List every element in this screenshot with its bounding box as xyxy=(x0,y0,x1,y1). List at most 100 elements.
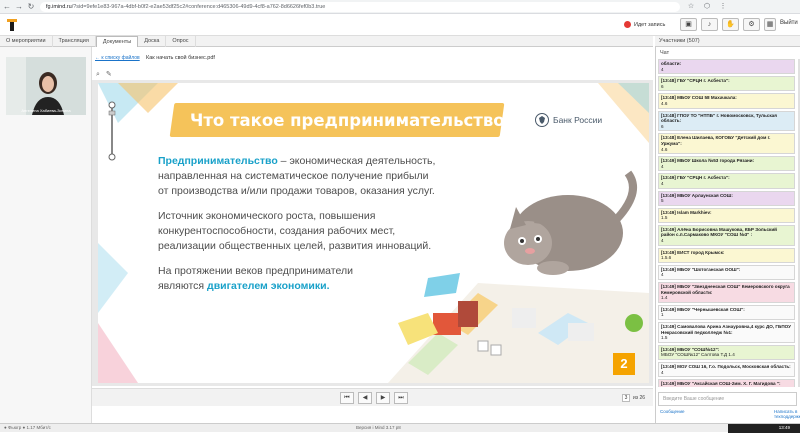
menu-icon[interactable]: ⋮ xyxy=(718,2,728,12)
tab-about[interactable]: О мероприятии xyxy=(0,36,53,47)
layout-button[interactable]: ▦ xyxy=(764,18,776,31)
chat-message-author: [13:48] ГПОУ ТО "НТПБ" г. Новомосковск, … xyxy=(661,113,792,124)
chat-message: [13:48] Елена Шилаева, КОГОБУ "Детский д… xyxy=(658,133,795,154)
chat-message-text: 4 xyxy=(661,370,792,376)
chat-message: области:4 xyxy=(658,59,795,74)
slide-paragraph-1-line-3: от производства и/или продажи товаров, о… xyxy=(158,184,435,198)
tab-broadcast[interactable]: Трансляция xyxy=(53,36,96,47)
bank-logo: Банк России xyxy=(535,113,602,127)
chat-message-text: 5 xyxy=(661,198,792,204)
slide: Что такое предпринимательство? Банк Росс… xyxy=(98,83,649,383)
zoom-slider[interactable] xyxy=(108,101,116,161)
speaker-video[interactable]: Ангелина Хабиева-Зинина xyxy=(6,57,86,115)
exit-button[interactable]: Выйти xyxy=(780,20,798,26)
tab-poll[interactable]: Опрос xyxy=(166,36,195,47)
settings-button[interactable]: ⚙ xyxy=(743,18,760,31)
chat-message: [13:49] МБОУ "Чернышевская СОШ":1 xyxy=(658,305,795,320)
chat-message-text: 1.5 xyxy=(661,335,792,341)
imind-logo-icon xyxy=(6,18,18,32)
chat-tab-messages[interactable]: Сообщение xyxy=(660,409,685,414)
zoom-tool-icon[interactable]: ⌕ xyxy=(96,71,100,78)
slide-p3-prefix: являются xyxy=(158,280,207,292)
extensions-icon[interactable]: ⬡ xyxy=(702,2,712,12)
next-page-button[interactable]: ▶ xyxy=(376,392,390,404)
chat-message: [13:48] ГПОУ ТО "НТПБ" г. Новомосковск, … xyxy=(658,111,795,132)
connection-status: ● Фьюгр ● 1.17 Мбит/с xyxy=(4,424,51,432)
chat-message: [13:49] МБОУ Арлаунская СОШ:5 xyxy=(658,191,795,206)
app-version: Версия i Mind 3.17 р8 xyxy=(356,424,401,432)
chat-message: [13:49] Islam Markhiev:1.5 xyxy=(658,208,795,223)
chat-messages[interactable]: области:4 [13:48] ГБУ "СРЦН г. Асбеста":6… xyxy=(658,59,797,387)
last-page-button[interactable]: ⏭ xyxy=(394,392,408,404)
chat-message: [13:49] МБОУ "Аксайская СОШ-2им. Х. Г. М… xyxy=(658,379,795,387)
chat-message: [13:48] МБОУ СОШ 58 Махачкала:4.6 xyxy=(658,93,795,108)
chat-message-text: 6 xyxy=(661,124,792,130)
url-path: /?sid=9efe1e83-967a-4dbf-b0f2-e2ae53df25… xyxy=(72,4,326,10)
slide-paragraph-3-line-2: являются двигателем экономики. xyxy=(158,279,330,293)
page-navigation: ⏮ ◀ ▶ ⏭ 3 из 26 xyxy=(92,388,653,406)
slide-paragraph-3-line-1: На протяжении веков предприниматели xyxy=(158,264,353,278)
document-viewer: ← к списку файлов Как начать свой бизнес… xyxy=(92,47,653,423)
chat-input[interactable]: Введите Ваше сообщение xyxy=(658,392,797,406)
chat-message-text: 4.6 xyxy=(661,101,792,107)
chat-message-author: [13:49] МБОУ "Аксайская СОШ-2им. Х. Г. М… xyxy=(661,381,792,387)
slide-title: Что такое предпринимательство? xyxy=(190,111,514,130)
slide-p3-accent: двигателем экономики. xyxy=(207,280,329,292)
tab-board[interactable]: Доска xyxy=(138,36,166,47)
document-title: Как начать свой бизнес.pdf xyxy=(146,55,215,61)
back-to-files-link[interactable]: ← к списку файлов xyxy=(95,55,140,61)
microphone-button[interactable]: ♪ xyxy=(701,18,718,31)
slide-paragraph-1-line-2: направленная на систематическое получени… xyxy=(158,169,429,183)
bank-name: Банк России xyxy=(553,115,602,125)
star-icon[interactable]: ☆ xyxy=(686,2,696,12)
slide-paragraph-1-line-1: Предпринимательство – экономическая деят… xyxy=(158,154,435,168)
slide-number-badge: 2 xyxy=(613,353,635,375)
support-link[interactable]: Написать в техподдержку xyxy=(774,409,800,419)
speaker-name: Ангелина Хабиева-Зинина xyxy=(6,108,86,113)
chat-message: [13:49] ЕИСТ город Крымск:1.5.6 xyxy=(658,248,795,263)
camera-button[interactable]: ▣ xyxy=(680,18,697,31)
slide-term: Предпринимательство xyxy=(158,155,278,167)
slide-area: Что такое предпринимательство? Банк Росс… xyxy=(92,80,653,386)
chat-panel: Чат области:4 [13:48] ГБУ "СРЦН г. Асбест… xyxy=(655,47,800,423)
slide-paragraph-2-line-3: реализации общественных целей, развития … xyxy=(158,239,431,253)
slide-paragraph-2-line-1: Источник экономического роста, повышения xyxy=(158,209,375,223)
forward-button[interactable]: → xyxy=(14,2,24,12)
chat-message: [13:49] МБОУ Школа №53 города Рязани:4 xyxy=(658,156,795,171)
page-number-input[interactable]: 3 xyxy=(622,394,630,402)
chat-message-text: 1.5.6 xyxy=(661,255,792,261)
chat-message: [13:48] ГБУ "СРЦН г. Асбеста":6 xyxy=(658,76,795,91)
speaker-avatar-icon xyxy=(6,57,86,115)
chat-message-text: 1 xyxy=(661,312,792,318)
record-dot-icon xyxy=(624,21,631,28)
chat-message: [13:49] Алёна Борисовна Машукова, КБР Зо… xyxy=(658,225,795,246)
reload-button[interactable]: ↻ xyxy=(26,2,36,12)
bank-eagle-icon xyxy=(535,113,549,127)
chat-message-text: 4 xyxy=(661,164,792,170)
chat-message-author: [13:49] Алёна Борисовна Машукова, КБР Зо… xyxy=(661,227,792,238)
chat-message-author: [13:48] Елена Шилаева, КОГОБУ "Детский д… xyxy=(661,135,792,146)
chat-header: Чат xyxy=(660,50,669,56)
chat-message-text: 1.4 xyxy=(661,295,792,301)
chat-message: [13:49] МБОУ "Шотоганская ООШ":4 xyxy=(658,265,795,280)
page-count: из 26 xyxy=(633,395,645,401)
back-button[interactable]: ← xyxy=(2,2,12,12)
first-page-button[interactable]: ⏮ xyxy=(340,392,354,404)
slide-definition: – экономическая деятельность, xyxy=(278,155,436,167)
chat-message-text: 4 xyxy=(661,181,792,187)
chat-message-text: 4.6 xyxy=(661,147,792,153)
url-host: fg.imind.ru xyxy=(46,4,72,10)
address-bar[interactable]: fg.imind.ru/?sid=9efe1e83-967a-4dbf-b0f2… xyxy=(40,2,680,12)
chat-message-text: 1.5 xyxy=(661,215,792,221)
raise-hand-button[interactable]: ✋ xyxy=(722,18,739,31)
tab-documents[interactable]: Документы xyxy=(96,36,138,47)
chat-message: [13:49] МБОУ "Звездненская СОШ" Кемеровс… xyxy=(658,282,795,303)
pencil-icon[interactable]: ✎ xyxy=(106,71,112,78)
chat-message-text: 4 xyxy=(661,67,792,73)
slide-paragraph-2-line-2: конкурентоспособности, создания рабочих … xyxy=(158,224,395,238)
chat-message: [13:49] ГБУ "СРЦН г. Асбеста":4 xyxy=(658,173,795,188)
document-toolbar: ← к списку файлов Как начать свой бизнес… xyxy=(92,53,653,63)
prev-page-button[interactable]: ◀ xyxy=(358,392,372,404)
chat-message-text: 6 xyxy=(661,84,792,90)
participants-tab[interactable]: Участники (507) xyxy=(655,36,800,47)
